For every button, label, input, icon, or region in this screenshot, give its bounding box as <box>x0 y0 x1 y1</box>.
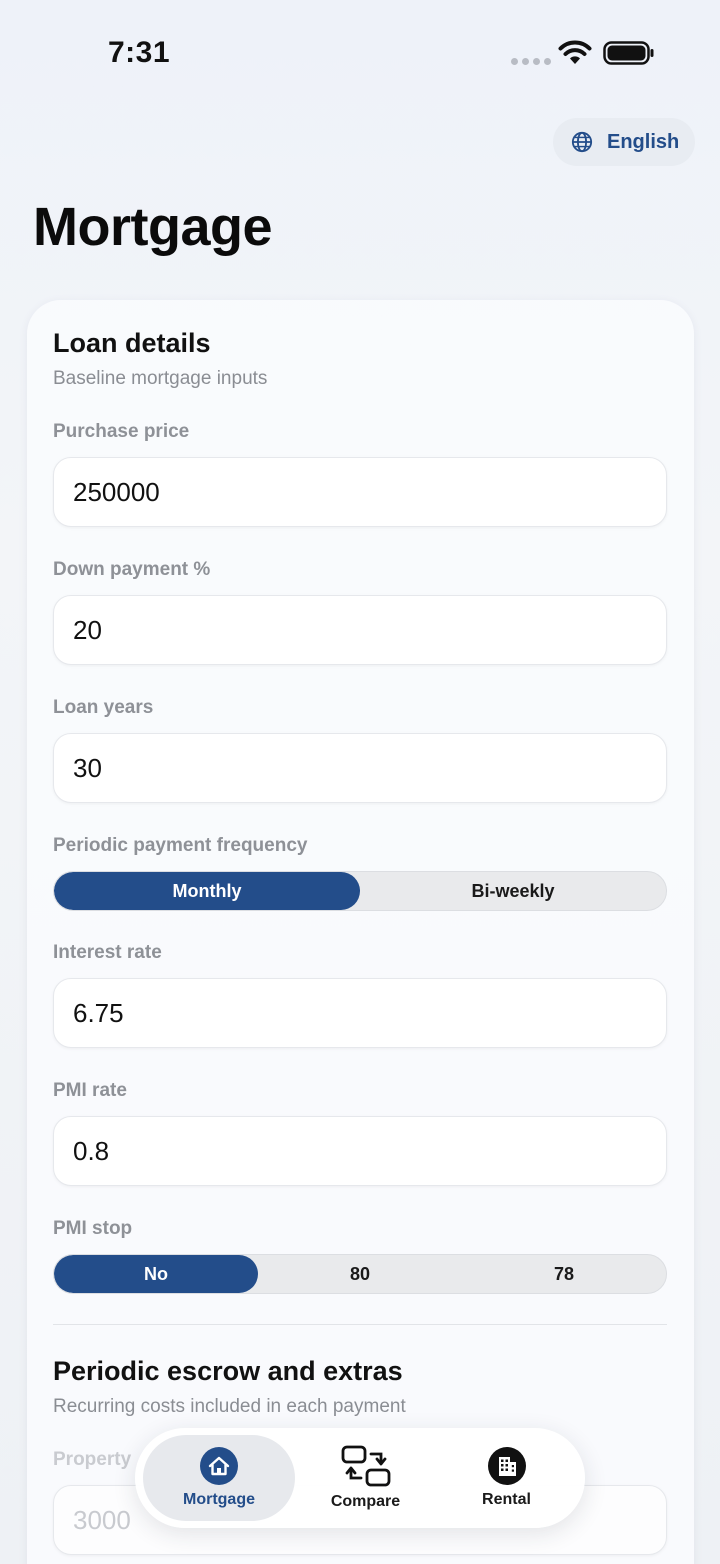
pmi-stop-label: PMI stop <box>53 1218 133 1239</box>
cellular-signal-icon <box>511 58 551 65</box>
tab-mortgage-label: Mortgage <box>183 1491 255 1508</box>
down-payment-label: Down payment % <box>53 559 211 580</box>
globe-icon <box>571 131 593 153</box>
tab-rental-label: Rental <box>482 1491 531 1508</box>
pmi-stop-option-no[interactable]: No <box>54 1255 258 1293</box>
down-payment-input[interactable] <box>53 595 667 665</box>
loan-details-title: Loan details <box>53 328 211 358</box>
compare-icon <box>341 1445 390 1487</box>
frequency-option-biweekly[interactable]: Bi-weekly <box>360 872 666 910</box>
pmi-rate-input[interactable] <box>53 1116 667 1186</box>
page-title: Mortgage <box>33 197 273 257</box>
purchase-price-input[interactable] <box>53 457 667 527</box>
loan-years-input[interactable] <box>53 733 667 803</box>
pmi-stop-option-80[interactable]: 80 <box>258 1255 462 1293</box>
house-icon <box>200 1447 238 1485</box>
language-label: English <box>607 130 680 153</box>
battery-icon <box>603 41 654 65</box>
purchase-price-label: Purchase price <box>53 421 190 442</box>
payment-frequency-segmented: Monthly Bi-weekly <box>53 871 667 911</box>
pmi-rate-label: PMI rate <box>53 1080 127 1101</box>
loan-details-subtitle: Baseline mortgage inputs <box>53 368 268 389</box>
loan-details-card: Loan details Baseline mortgage inputs Pu… <box>27 300 694 1564</box>
pmi-stop-option-78[interactable]: 78 <box>462 1255 666 1293</box>
tab-compare[interactable]: Compare <box>295 1435 436 1521</box>
language-button[interactable]: English <box>553 118 695 166</box>
frequency-option-monthly[interactable]: Monthly <box>54 872 360 910</box>
pmi-stop-segmented: No 80 78 <box>53 1254 667 1294</box>
escrow-title: Periodic escrow and extras <box>53 1356 403 1386</box>
status-time: 7:31 <box>108 36 171 69</box>
loan-years-label: Loan years <box>53 697 154 718</box>
section-divider <box>53 1324 667 1325</box>
building-icon <box>487 1447 526 1485</box>
tab-mortgage[interactable]: Mortgage <box>143 1435 295 1521</box>
wifi-icon <box>558 40 592 64</box>
status-bar: 7:31 <box>0 0 720 100</box>
tab-compare-label: Compare <box>330 1493 401 1510</box>
payment-frequency-label: Periodic payment frequency <box>53 835 308 856</box>
interest-rate-label: Interest rate <box>53 942 162 963</box>
tab-bar: Mortgage Compare Rental <box>135 1428 585 1528</box>
escrow-subtitle: Recurring costs included in each payment <box>53 1396 406 1417</box>
property-tax-label: Property <box>53 1449 132 1470</box>
interest-rate-input[interactable] <box>53 978 667 1048</box>
tab-rental[interactable]: Rental <box>436 1435 577 1521</box>
